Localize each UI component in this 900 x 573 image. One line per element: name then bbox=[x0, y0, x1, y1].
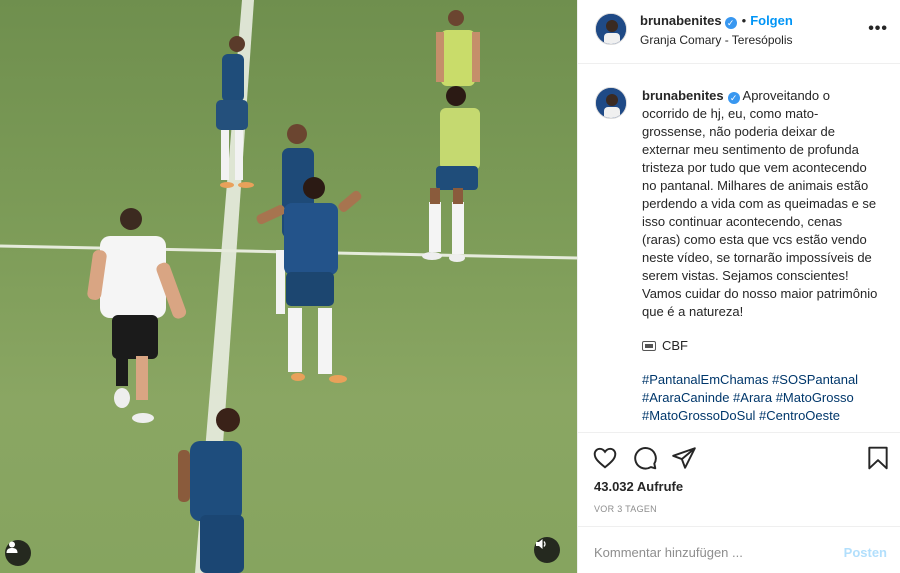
caption-text: Aproveitando o ocorrido de hj, eu, como … bbox=[642, 88, 878, 319]
follow-button[interactable]: Folgen bbox=[750, 13, 793, 28]
caption-text-block: brunabenites ✓ Aproveitando o ocorrido de… bbox=[642, 87, 878, 425]
credit-line: CBF bbox=[642, 337, 878, 355]
video-frame-football-pitch bbox=[0, 0, 577, 573]
hashtags[interactable]: #PantanalEmChamas #SOSPantanal #AraraCan… bbox=[642, 371, 878, 425]
post-header: brunabenites ✓ • Folgen Granja Comary - Ter… bbox=[578, 0, 900, 64]
camera-icon bbox=[642, 341, 656, 351]
comment-icon[interactable] bbox=[632, 445, 658, 471]
caption-area: brunabenites ✓ Aproveitando o ocorrido de… bbox=[578, 65, 900, 432]
post-video[interactable] bbox=[0, 0, 577, 573]
speaker-icon[interactable] bbox=[534, 537, 560, 563]
caption-username[interactable]: brunabenites bbox=[642, 88, 724, 103]
player-figure bbox=[436, 10, 480, 86]
action-bar: 43.032 Aufrufe VOR 3 TAGEN bbox=[578, 432, 900, 526]
view-count[interactable]: 43.032 Aufrufe bbox=[594, 479, 683, 494]
bookmark-icon[interactable] bbox=[865, 445, 891, 471]
player-figure bbox=[422, 86, 480, 262]
user-tag-icon[interactable] bbox=[5, 540, 31, 566]
username-link[interactable]: brunabenites bbox=[640, 13, 722, 28]
post-side-panel: brunabenites ✓ • Folgen Granja Comary - Ter… bbox=[577, 0, 900, 573]
person-figure bbox=[87, 208, 187, 423]
instagram-post-view: brunabenites ✓ • Folgen Granja Comary - Ter… bbox=[0, 0, 900, 573]
post-timestamp[interactable]: VOR 3 TAGEN bbox=[594, 504, 657, 514]
credit-text: CBF bbox=[662, 338, 688, 353]
avatar[interactable] bbox=[595, 13, 627, 45]
post-comment-button[interactable]: Posten bbox=[844, 545, 887, 560]
location-link[interactable]: Granja Comary - Teresópolis bbox=[640, 33, 793, 47]
comment-form: Kommentar hinzufügen ... Posten bbox=[578, 526, 900, 573]
send-icon[interactable] bbox=[671, 445, 697, 471]
verified-badge-icon: ✓ bbox=[724, 17, 737, 29]
comment-input[interactable]: Kommentar hinzufügen ... bbox=[594, 545, 743, 560]
separator-dot: • bbox=[741, 13, 747, 28]
header-user-line: brunabenites ✓ • Folgen bbox=[640, 13, 793, 29]
avatar[interactable] bbox=[595, 87, 627, 119]
more-options-icon[interactable]: ••• bbox=[868, 20, 888, 38]
verified-badge-icon: ✓ bbox=[727, 92, 740, 104]
heart-icon[interactable] bbox=[592, 445, 618, 471]
player-figure bbox=[256, 177, 362, 383]
